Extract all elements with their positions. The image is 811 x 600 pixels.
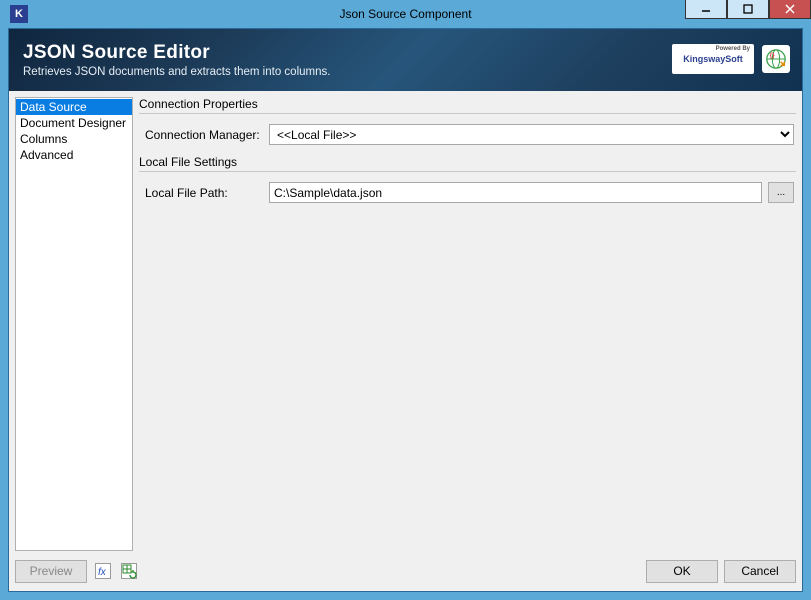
expression-button[interactable]: fx xyxy=(93,561,113,581)
svg-text:{}: {} xyxy=(770,52,775,59)
maximize-button[interactable] xyxy=(727,0,769,19)
grid-refresh-icon xyxy=(121,563,137,579)
fx-icon: fx xyxy=(95,563,111,579)
page-title: JSON Source Editor xyxy=(23,42,330,64)
minimize-icon xyxy=(701,4,711,14)
sidebar-item-advanced[interactable]: Advanced xyxy=(16,147,132,163)
local-file-path-label: Local File Path: xyxy=(145,186,263,200)
page-subtitle: Retrieves JSON documents and extracts th… xyxy=(23,66,330,78)
maximize-icon xyxy=(743,4,753,14)
cancel-button[interactable]: Cancel xyxy=(724,560,796,583)
sidebar-item-data-source[interactable]: Data Source xyxy=(16,99,132,115)
close-button[interactable] xyxy=(769,0,811,19)
group-connection-properties: Connection Properties xyxy=(139,97,796,113)
connection-manager-select[interactable]: <<Local File>> xyxy=(269,124,794,145)
close-icon xyxy=(785,4,795,14)
connection-manager-label: Connection Manager: xyxy=(145,128,263,142)
ok-button[interactable]: OK xyxy=(646,560,718,583)
minimize-button[interactable] xyxy=(685,0,727,19)
sidebar-item-columns[interactable]: Columns xyxy=(16,131,132,147)
titlebar: K Json Source Component xyxy=(8,0,803,28)
preview-button[interactable]: Preview xyxy=(15,560,87,583)
svg-text:fx: fx xyxy=(98,567,107,578)
sidebar: Data Source Document Designer Columns Ad… xyxy=(15,97,133,551)
kingswaysoft-logo: Powered By KingswaySoft xyxy=(672,44,754,74)
group-local-file-settings: Local File Settings xyxy=(139,155,796,171)
json-component-icon: {} xyxy=(762,45,790,73)
window-title: Json Source Component xyxy=(8,7,803,21)
browse-button[interactable]: ... xyxy=(768,182,794,203)
local-file-path-input[interactable] xyxy=(269,182,762,203)
refresh-metadata-button[interactable] xyxy=(119,561,139,581)
sidebar-item-document-designer[interactable]: Document Designer xyxy=(16,115,132,131)
header-banner: JSON Source Editor Retrieves JSON docume… xyxy=(9,29,802,91)
